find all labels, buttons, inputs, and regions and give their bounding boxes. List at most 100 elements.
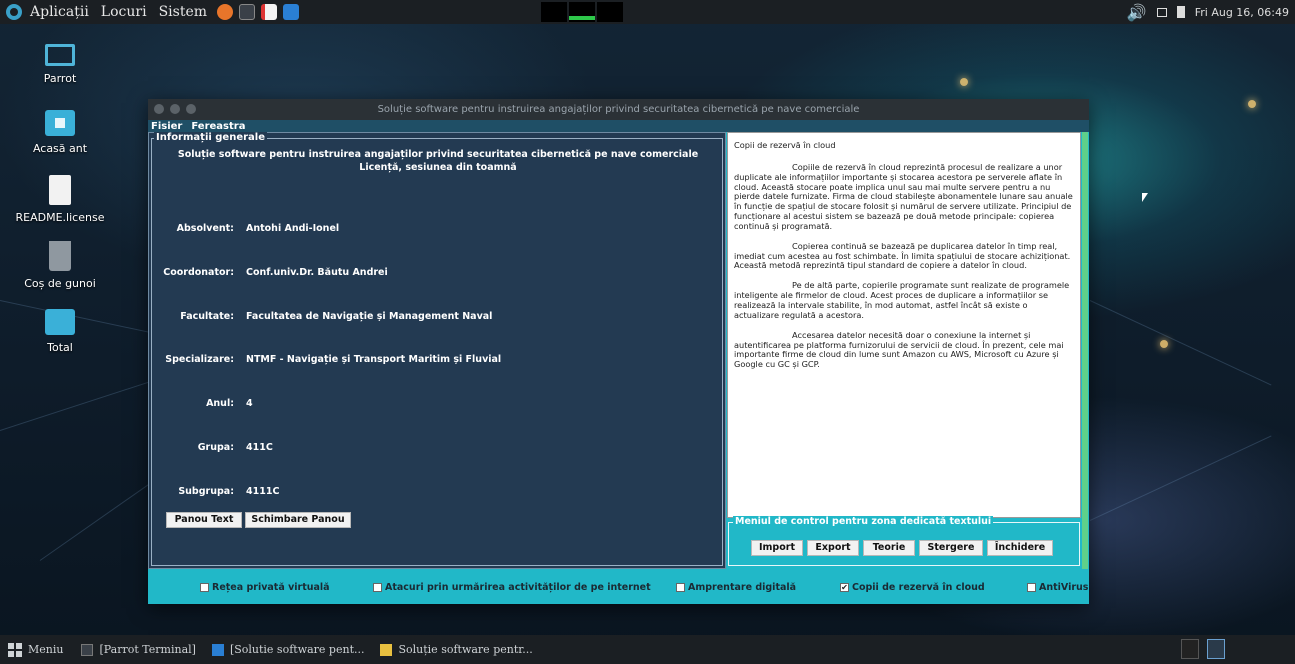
minimize-window-button[interactable] <box>170 104 180 114</box>
checkbox-box[interactable] <box>1027 582 1036 592</box>
checkbox-tracking-attacks[interactable]: Atacuri prin urmărirea activităților de … <box>373 581 651 593</box>
checkbox-label: Rețea privată virtuală <box>212 581 330 593</box>
text-panel-scrollbar[interactable] <box>1082 132 1088 569</box>
desktop-icon-readme[interactable]: README.license <box>15 175 105 224</box>
text-paragraph: Pe de altă parte, copierile programate s… <box>734 280 1070 320</box>
text-editor-icon[interactable] <box>261 4 278 20</box>
taskbar-menu-label[interactable]: Meniu <box>28 643 63 656</box>
app-window: Soluție software pentru instruirea angaj… <box>148 99 1089 604</box>
checkbox-box[interactable] <box>676 582 685 592</box>
taskbar-item-app-2[interactable]: Soluție software pentr... <box>372 638 540 662</box>
home-folder-icon <box>45 110 75 136</box>
memory-monitor <box>569 2 595 22</box>
info-row-specializare: Specializare: NTMF - Navigație și Transp… <box>152 354 712 368</box>
info-row-facultate: Facultate: Facultatea de Navigație și Ma… <box>152 311 712 325</box>
menu-grid-icon[interactable] <box>8 642 22 657</box>
control-group-title: Meniul de control pentru zona dedicată t… <box>733 516 994 527</box>
wallpaper-line <box>1089 435 1272 521</box>
tray-area: 🔊 Fri Aug 16, 06:49 <box>1127 0 1289 24</box>
info-label: Specializare: <box>165 354 234 365</box>
checkbox-cloud-backup[interactable]: ✔ Copii de rezervă în cloud <box>840 581 985 593</box>
info-label: Facultate: <box>180 311 234 322</box>
workspace-switcher <box>1181 639 1225 659</box>
maximize-window-button[interactable] <box>186 104 196 114</box>
topic-checkbox-bar: Rețea privată virtuală Atacuri prin urmă… <box>148 569 1089 604</box>
screen-icon[interactable] <box>1156 7 1167 17</box>
network-monitor <box>597 2 623 22</box>
menu-fisier[interactable]: Fisier <box>148 121 188 132</box>
thesis-title: Soluție software pentru instruirea angaj… <box>177 149 699 160</box>
group-title: Informații generale <box>154 132 268 143</box>
text-paragraph: Copiile de rezervă în cloud reprezintă p… <box>734 161 1073 231</box>
info-value: Antohi Andi-Ionel <box>246 223 340 234</box>
volume-icon[interactable]: 🔊 <box>1127 3 1147 22</box>
cpu-monitor <box>541 2 567 22</box>
taskbar-item-terminal[interactable]: [Parrot Terminal] <box>73 638 203 662</box>
taskbar-item-label: Soluție software pentr... <box>398 643 533 656</box>
window-titlebar[interactable]: Soluție software pentru instruirea angaj… <box>148 99 1089 120</box>
menu-applications[interactable]: Aplicații <box>26 4 93 20</box>
window-title: Soluție software pentru instruirea angaj… <box>377 104 860 115</box>
checkbox-antivirus[interactable]: AntiVirus <box>1027 581 1088 593</box>
info-label: Absolvent: <box>176 223 234 234</box>
desktop-icon-label: Coș de gunoi <box>24 277 96 290</box>
terminal-icon <box>81 643 94 656</box>
folder-icon <box>45 309 75 335</box>
checkbox-box[interactable] <box>200 582 209 592</box>
battery-icon[interactable] <box>1176 6 1185 18</box>
text-title: Copii de rezervă în cloud <box>734 140 836 150</box>
firefox-icon[interactable] <box>217 4 234 20</box>
import-button[interactable]: Import <box>751 540 803 556</box>
info-value: Conf.univ.Dr. Băutu Andrei <box>246 267 388 278</box>
info-row-subgrupa: Subgrupa: 4111C <box>152 486 712 500</box>
info-value: 411C <box>246 442 273 453</box>
desktop-icon-total[interactable]: Total <box>15 303 105 354</box>
wallpaper-dot <box>1248 100 1256 108</box>
desktop-icon-label: Parrot <box>43 72 77 85</box>
menu-fereastra[interactable]: Fereastra <box>188 121 251 132</box>
thesis-subtitle: Licență, sesiunea din toamnă <box>359 162 517 173</box>
info-label: Grupa: <box>197 442 234 453</box>
desktop-icon-home[interactable]: Acasă ant <box>15 104 105 155</box>
trash-icon <box>49 241 71 271</box>
export-button[interactable]: Export <box>807 540 859 556</box>
inchidere-button[interactable]: Închidere <box>987 540 1053 556</box>
teorie-button[interactable]: Teorie <box>863 540 915 556</box>
info-label: Subgrupa: <box>178 486 234 497</box>
text-area[interactable]: Copii de rezervă în cloud Copiile de rez… <box>727 132 1081 518</box>
mouse-cursor-icon <box>1142 193 1148 202</box>
computer-icon <box>45 44 75 66</box>
desktop-icon-parrot[interactable]: Parrot <box>15 38 105 85</box>
panou-text-button[interactable]: Panou Text <box>166 512 242 528</box>
desktop-icon-trash[interactable]: Coș de gunoi <box>15 241 105 290</box>
close-window-button[interactable] <box>154 104 164 114</box>
checkbox-box[interactable] <box>373 582 382 592</box>
checkbox-box-checked[interactable]: ✔ <box>840 582 849 592</box>
info-row-absolvent: Absolvent: Antohi Andi-Ionel <box>152 223 712 237</box>
info-value: NTMF - Navigație și Transport Maritim și… <box>246 354 502 365</box>
info-label: Anul: <box>206 398 234 409</box>
taskbar-item-label: [Solutie software pent... <box>229 643 365 656</box>
java-app-icon <box>380 643 393 656</box>
bottom-taskbar: Meniu [Parrot Terminal] [Solutie softwar… <box>0 635 1295 664</box>
text-paragraph: Accesarea datelor necesită doar o conexi… <box>734 329 1064 370</box>
vscode-icon[interactable] <box>283 4 300 20</box>
checkbox-vpn[interactable]: Rețea privată virtuală <box>200 581 330 593</box>
wallpaper-dot <box>1160 340 1168 348</box>
taskbar-item-app-1[interactable]: [Solutie software pent... <box>204 638 373 662</box>
info-value: 4 <box>246 398 253 409</box>
stergere-button[interactable]: Stergere <box>919 540 983 556</box>
taskbar-item-label: [Parrot Terminal] <box>99 643 196 656</box>
info-row-grupa: Grupa: 411C <box>152 442 712 456</box>
checkbox-label: Atacuri prin urmărirea activităților de … <box>385 581 651 593</box>
workspace-2[interactable] <box>1207 639 1225 659</box>
menu-places[interactable]: Locuri <box>97 4 151 20</box>
parrot-logo-icon[interactable] <box>6 4 22 20</box>
terminal-icon[interactable] <box>239 4 256 20</box>
schimbare-panou-button[interactable]: Schimbare Panou <box>245 512 351 528</box>
workspace-1[interactable] <box>1181 639 1199 659</box>
clock[interactable]: Fri Aug 16, 06:49 <box>1195 6 1289 19</box>
menu-system[interactable]: Sistem <box>155 4 211 20</box>
checkbox-fingerprinting[interactable]: Amprentare digitală <box>676 581 796 593</box>
info-label: Coordonator: <box>163 267 234 278</box>
